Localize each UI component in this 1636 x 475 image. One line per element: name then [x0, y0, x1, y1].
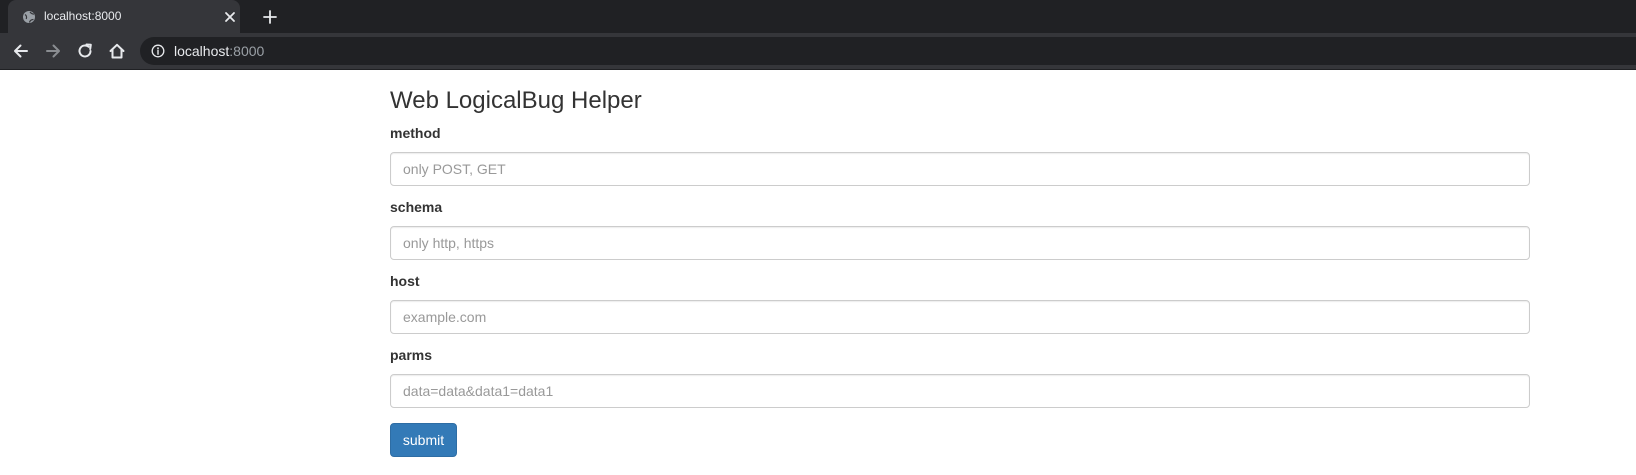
- arrow-left-icon[interactable]: [12, 42, 30, 60]
- tab-title: localhost:8000: [44, 9, 122, 23]
- url-text: localhost:8000: [174, 43, 264, 59]
- url-port: :8000: [229, 43, 265, 59]
- method-input[interactable]: [390, 152, 1530, 186]
- parms-input[interactable]: [390, 374, 1530, 408]
- submit-button[interactable]: submit: [390, 423, 457, 457]
- browser-toolbar: localhost:8000: [0, 33, 1636, 70]
- home-icon[interactable]: [108, 42, 126, 60]
- close-icon[interactable]: [223, 10, 237, 24]
- browser-window: localhost:8000 localhost:8000 Web Logica…: [0, 0, 1636, 475]
- arrow-right-icon[interactable]: [44, 42, 62, 60]
- method-label: method: [390, 125, 441, 141]
- globe-icon: [23, 11, 35, 23]
- address-bar[interactable]: localhost:8000: [140, 37, 1636, 65]
- page-content: Web LogicalBug Helper method schema host…: [0, 70, 1636, 475]
- info-icon[interactable]: [151, 44, 165, 58]
- schema-label: schema: [390, 199, 443, 215]
- host-input[interactable]: [390, 300, 1530, 334]
- schema-input[interactable]: [390, 226, 1530, 260]
- page-title: Web LogicalBug Helper: [390, 87, 642, 114]
- browser-tab[interactable]: localhost:8000: [8, 0, 240, 33]
- parms-label: parms: [390, 347, 433, 363]
- host-label: host: [390, 273, 420, 289]
- tab-strip: localhost:8000: [0, 0, 1636, 33]
- plus-icon[interactable]: [262, 9, 278, 25]
- reload-icon[interactable]: [76, 42, 94, 60]
- url-host: localhost: [174, 43, 230, 59]
